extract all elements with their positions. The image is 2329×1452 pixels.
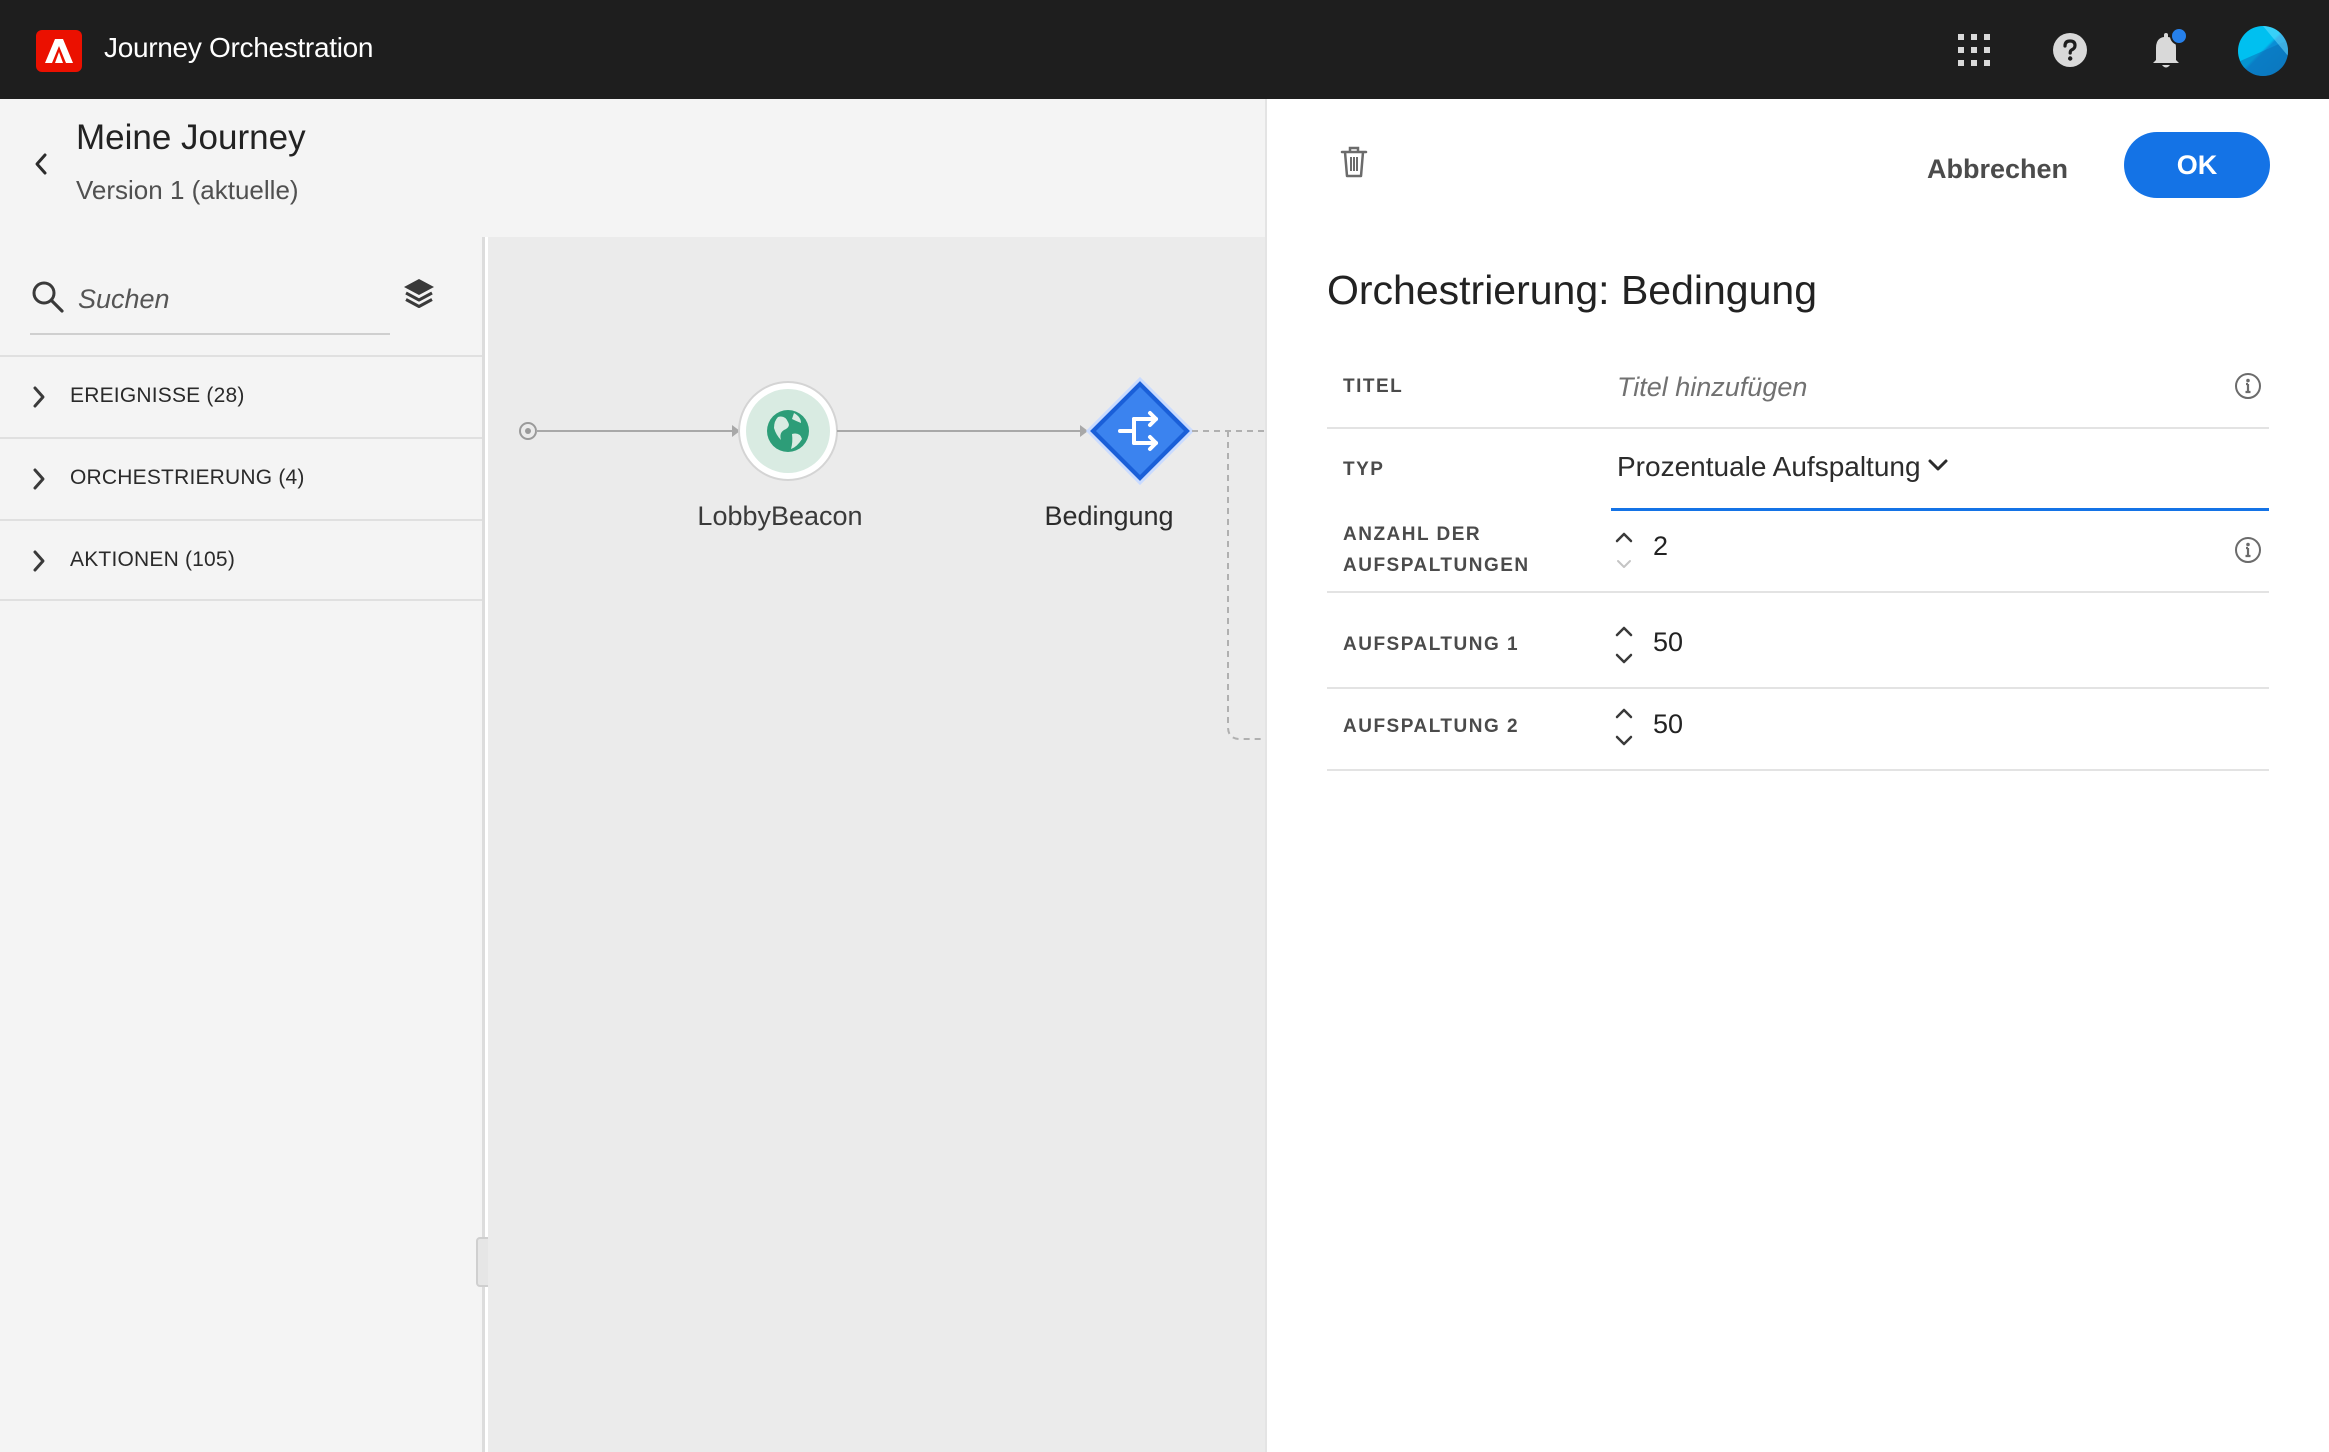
number-stepper[interactable] [1613, 529, 1635, 573]
split-count-value[interactable]: 2 [1653, 531, 1668, 562]
journey-version: Version 1 (aktuelle) [76, 175, 299, 205]
connector-line [837, 425, 1088, 437]
category-label: AKTIONEN (105) [70, 548, 236, 571]
field-aufspaltung-2: AUFSPALTUNG 2 50 [1327, 689, 2269, 771]
panel-title: Orchestrierung: Bedingung [1327, 267, 1818, 313]
field-aufspaltung-1: AUFSPALTUNG 1 50 [1327, 593, 2269, 689]
user-avatar[interactable] [2238, 26, 2288, 76]
trash-icon[interactable] [1339, 145, 1369, 184]
node-label: LobbyBeacon [697, 501, 863, 531]
category-label: ORCHESTRIERUNG (4) [70, 466, 305, 489]
type-dropdown-value: Prozentuale Aufspaltung [1617, 451, 1921, 482]
node-label: Bedingung [1044, 501, 1174, 531]
notification-bell-icon[interactable] [2142, 26, 2190, 74]
start-point [519, 422, 537, 440]
field-label: TITEL [1343, 376, 1404, 397]
journey-title: Meine Journey [76, 118, 306, 157]
field-label: ANZAHL DER AUFSPALTUNGEN [1343, 519, 1530, 581]
connector-line [536, 425, 740, 437]
field-anzahl-aufspaltungen: ANZAHL DER AUFSPALTUNGEN 2 [1327, 511, 2269, 593]
type-dropdown[interactable]: Prozentuale Aufspaltung [1611, 429, 2269, 511]
activity-properties-panel: Abbrechen OK Orchestrierung: Bedingung T… [1265, 99, 2329, 1452]
split-percent-value[interactable]: 50 [1653, 627, 1683, 658]
field-label: AUFSPALTUNG 2 [1343, 716, 1520, 737]
journey-canvas[interactable]: LobbyBeacon Bedingung [488, 237, 1265, 1452]
bedingung-node[interactable] [1085, 376, 1195, 486]
search-icon [30, 279, 66, 320]
help-icon[interactable] [2046, 26, 2094, 74]
chevron-right-icon [30, 385, 48, 414]
field-label-line: ANZAHL DER [1343, 524, 1482, 545]
category-label: EREIGNISSE (28) [70, 384, 245, 407]
apps-grid-icon[interactable] [1950, 26, 1998, 74]
globe-icon [767, 410, 809, 452]
category-ereignisse[interactable]: EREIGNISSE (28) [0, 355, 482, 437]
info-icon[interactable] [2233, 371, 2263, 406]
number-stepper[interactable] [1613, 623, 1635, 667]
info-icon[interactable] [2233, 535, 2263, 570]
lobbybeacon-node[interactable] [738, 381, 838, 481]
search-box [30, 265, 390, 335]
number-stepper[interactable] [1613, 705, 1635, 749]
app-header: Journey Orchestration [0, 0, 2329, 99]
adobe-logo[interactable] [36, 30, 82, 72]
chevron-right-icon [30, 549, 48, 578]
activity-palette: EREIGNISSE (28) ORCHESTRIERUNG (4) AKTIO… [0, 237, 494, 1452]
title-input[interactable] [1617, 367, 2217, 407]
branch-path [1192, 430, 1265, 740]
search-input[interactable] [78, 279, 378, 319]
cancel-button[interactable]: Abbrechen [1927, 145, 2068, 193]
field-label: TYP [1343, 459, 1385, 480]
split-percent-value[interactable]: 50 [1653, 709, 1683, 740]
layers-icon[interactable] [402, 277, 436, 316]
back-button[interactable] [26, 146, 56, 182]
app-title: Journey Orchestration [104, 32, 374, 63]
chevron-down-icon [1926, 457, 1950, 478]
field-typ: TYP Prozentuale Aufspaltung [1327, 429, 2269, 511]
field-titel: TITEL [1327, 347, 2269, 429]
chevron-right-icon [30, 467, 48, 496]
category-orchestrierung[interactable]: ORCHESTRIERUNG (4) [0, 437, 482, 519]
field-label: AUFSPALTUNG 1 [1343, 634, 1520, 655]
field-label-line: AUFSPALTUNGEN [1343, 555, 1530, 576]
ok-button[interactable]: OK [2124, 132, 2270, 198]
category-aktionen[interactable]: AKTIONEN (105) [0, 519, 482, 601]
